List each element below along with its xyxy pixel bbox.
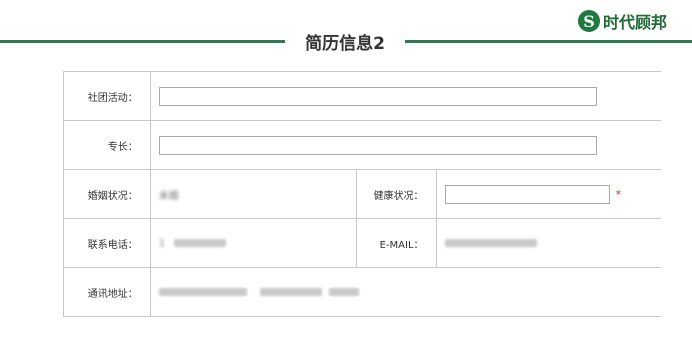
specialty-label: 专长： (63, 120, 151, 170)
address-cell (149, 267, 661, 317)
resume-form-table: 社团活动： 专长： 婚姻状况： 未婚 健康状况： * 联系电话： 1 E-MAI… (63, 71, 661, 317)
required-mark: * (615, 187, 622, 201)
specialty-input[interactable] (158, 135, 597, 155)
phone-redacted (174, 238, 227, 247)
health-status-input[interactable] (444, 184, 610, 204)
club-activities-cell (149, 71, 661, 121)
club-activities-input[interactable] (158, 86, 597, 106)
header-rule-right (405, 40, 692, 43)
email-cell (435, 218, 661, 268)
form-row-marital-health: 婚姻状况： 未婚 健康状况： * (63, 169, 661, 219)
logo-icon: S (578, 10, 600, 32)
header-rule-left (0, 40, 285, 43)
address-redacted-3 (329, 287, 360, 296)
brand-name: 时代顾邦 (603, 13, 668, 32)
email-redacted (444, 238, 537, 247)
page-title: 简历信息2 (305, 34, 385, 54)
form-row-address: 通讯地址： (63, 267, 661, 317)
brand-logo: S 时代顾邦 (578, 8, 667, 34)
health-status-label: 健康状况： (355, 169, 437, 219)
phone-value: 1 (158, 237, 166, 249)
marital-status-value: 未婚 (158, 190, 179, 202)
specialty-cell (149, 120, 661, 170)
address-redacted-1 (158, 287, 247, 296)
phone-label: 联系电话： (63, 218, 151, 268)
address-label: 通讯地址： (63, 267, 151, 317)
address-redacted-2 (259, 287, 322, 296)
form-row-club-activities: 社团活动： (63, 71, 661, 121)
email-label: E-MAIL： (355, 218, 437, 268)
form-row-specialty: 专长： (63, 120, 661, 170)
health-status-cell: * (435, 169, 661, 219)
club-activities-label: 社团活动： (63, 71, 151, 121)
phone-cell: 1 (149, 218, 357, 268)
marital-status-cell: 未婚 (149, 169, 357, 219)
form-row-phone-email: 联系电话： 1 E-MAIL： (63, 218, 661, 268)
marital-status-label: 婚姻状况： (63, 169, 151, 219)
